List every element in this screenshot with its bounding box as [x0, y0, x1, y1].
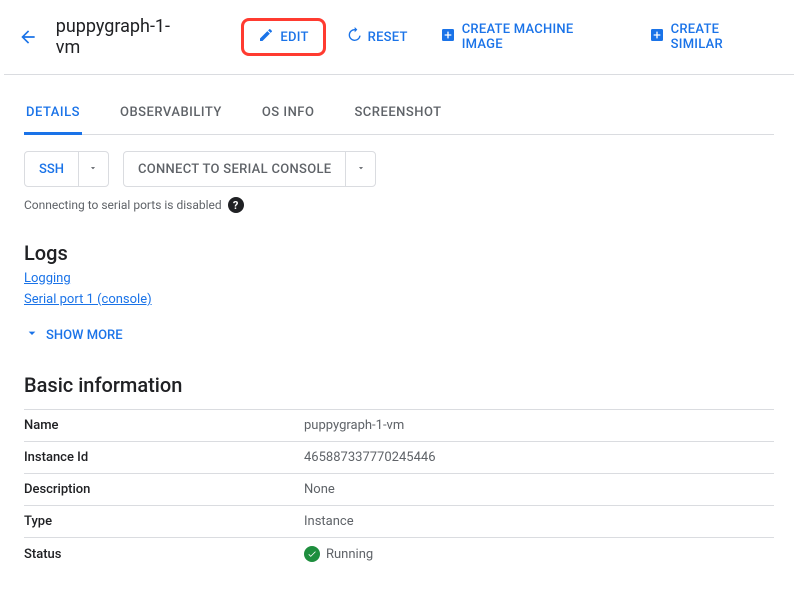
show-more-label: SHOW MORE: [46, 328, 123, 343]
status-value: Running: [326, 547, 373, 562]
edit-button[interactable]: EDIT: [241, 18, 325, 56]
ssh-split-button: SSH: [24, 151, 109, 187]
table-row: Type Instance: [24, 506, 774, 538]
create-machine-image-button[interactable]: CREATE MACHINE IMAGE: [428, 14, 629, 60]
serial-console-button[interactable]: CONNECT TO SERIAL CONSOLE: [124, 152, 345, 186]
pencil-icon: [258, 27, 274, 47]
tab-bar: DETAILS OBSERVABILITY OS INFO SCREENSHOT: [24, 93, 774, 135]
serial-disabled-hint: Connecting to serial ports is disabled ?: [24, 197, 774, 213]
description-key: Description: [24, 474, 304, 506]
name-key: Name: [24, 410, 304, 442]
logging-link[interactable]: Logging: [24, 271, 71, 286]
plus-box-icon: [440, 27, 456, 47]
serial-console-dropdown-caret[interactable]: [345, 152, 375, 186]
page-header: puppygraph-1-vm EDIT RESET CREATE MACHIN…: [4, 0, 794, 75]
ssh-button[interactable]: SSH: [25, 152, 78, 186]
serial-port-link[interactable]: Serial port 1 (console): [24, 292, 152, 307]
edit-label: EDIT: [280, 30, 308, 45]
chevron-down-icon: [24, 325, 40, 345]
reset-icon: [346, 27, 362, 47]
show-more-button[interactable]: SHOW MORE: [24, 325, 774, 345]
caret-down-icon: [356, 161, 366, 177]
status-value-wrapper: Running: [304, 546, 774, 562]
basic-info-table: Name puppygraph-1-vm Instance Id 4658873…: [24, 409, 774, 570]
page-title: puppygraph-1-vm: [56, 16, 194, 58]
name-value: puppygraph-1-vm: [304, 410, 774, 442]
reset-button[interactable]: RESET: [334, 19, 420, 55]
table-row: Status Running: [24, 538, 774, 571]
create-similar-button[interactable]: CREATE SIMILAR: [637, 14, 786, 60]
instance-id-value: 465887337770245446: [304, 442, 774, 474]
tab-observability[interactable]: OBSERVABILITY: [118, 93, 224, 134]
type-value: Instance: [304, 506, 774, 538]
tab-details[interactable]: DETAILS: [24, 93, 82, 135]
basic-info-heading: Basic information: [24, 373, 774, 397]
check-circle-icon: [304, 546, 320, 562]
ssh-dropdown-caret[interactable]: [78, 152, 108, 186]
create-similar-label: CREATE SIMILAR: [671, 22, 774, 52]
logs-heading: Logs: [24, 241, 774, 265]
status-key: Status: [24, 538, 304, 571]
description-value: None: [304, 474, 774, 506]
table-row: Instance Id 465887337770245446: [24, 442, 774, 474]
instance-id-key: Instance Id: [24, 442, 304, 474]
type-key: Type: [24, 506, 304, 538]
tab-screenshot[interactable]: SCREENSHOT: [352, 93, 443, 134]
hint-text: Connecting to serial ports is disabled: [24, 198, 222, 212]
help-icon[interactable]: ?: [228, 197, 244, 213]
table-row: Description None: [24, 474, 774, 506]
back-arrow-icon[interactable]: [12, 21, 44, 53]
plus-box-icon: [649, 27, 665, 47]
table-row: Name puppygraph-1-vm: [24, 410, 774, 442]
reset-label: RESET: [368, 30, 408, 45]
create-machine-image-label: CREATE MACHINE IMAGE: [462, 22, 617, 52]
caret-down-icon: [88, 161, 98, 177]
tab-os-info[interactable]: OS INFO: [260, 93, 317, 134]
serial-console-split-button: CONNECT TO SERIAL CONSOLE: [123, 151, 376, 187]
